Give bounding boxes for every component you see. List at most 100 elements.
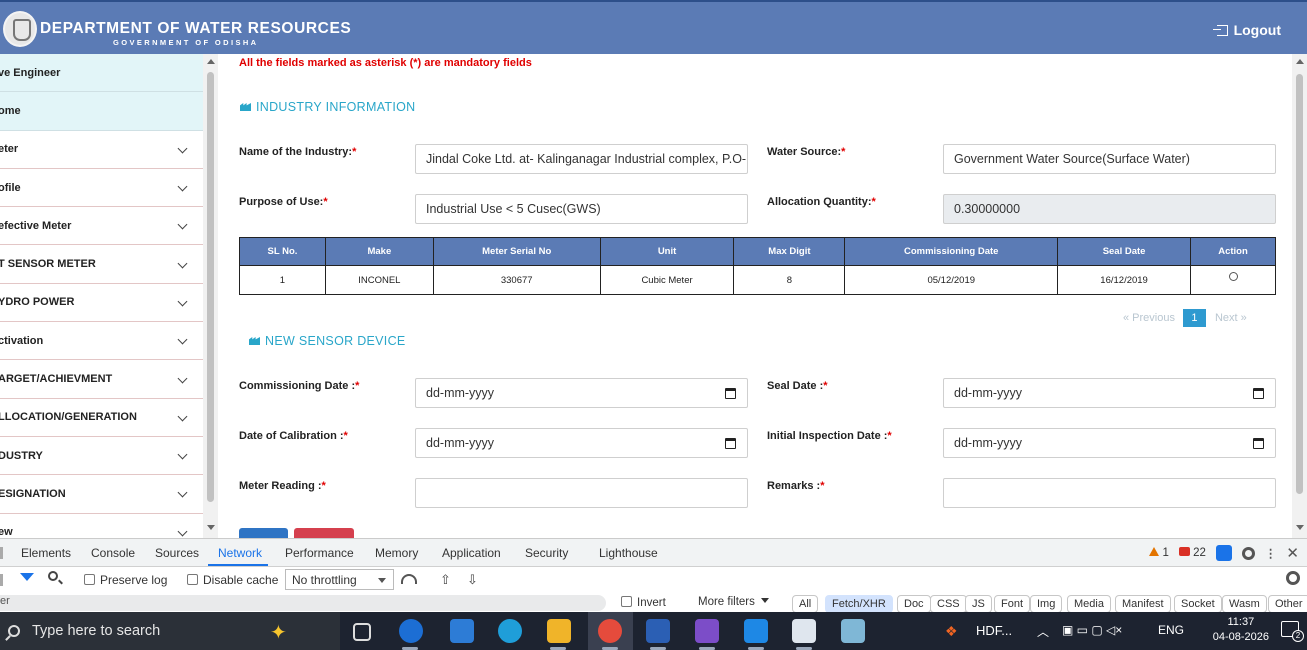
- devtools-tab-lighthouse[interactable]: Lighthouse: [599, 546, 658, 560]
- scrollbar-thumb[interactable]: [1296, 74, 1303, 494]
- input-language[interactable]: ENG: [1158, 623, 1184, 637]
- taskbar-search[interactable]: Type here to search: [0, 612, 340, 650]
- task-view-icon[interactable]: [353, 623, 371, 641]
- type-filter-chip[interactable]: Wasm: [1222, 595, 1267, 613]
- tray-status-icons[interactable]: ▣ ▭ ▢ ◁×: [1062, 623, 1122, 637]
- sidebar-scrollbar[interactable]: [203, 54, 218, 538]
- pagination-next[interactable]: Next »: [1215, 312, 1247, 324]
- pagination-previous[interactable]: « Previous: [1123, 312, 1175, 324]
- sidebar-item[interactable]: ARGET/ACHIEVMENT: [0, 360, 203, 399]
- type-filter-chip[interactable]: Font: [994, 595, 1031, 613]
- type-filter-chip[interactable]: Media: [1067, 595, 1111, 613]
- devtools-tab-security[interactable]: Security: [525, 546, 568, 560]
- submit-button[interactable]: [239, 528, 288, 538]
- notification-center-icon[interactable]: 2: [1281, 621, 1304, 642]
- preserve-log-checkbox[interactable]: Preserve log: [84, 573, 167, 587]
- chrome-browser-icon[interactable]: [598, 619, 622, 643]
- tray-overflow-chevron-icon[interactable]: ︿: [1037, 623, 1049, 640]
- network-filter-input[interactable]: er: [0, 595, 606, 611]
- calendar-icon[interactable]: [1253, 388, 1264, 399]
- scroll-up-arrow-icon[interactable]: [207, 59, 215, 64]
- calibration-date-input[interactable]: dd-mm-yyyy: [415, 428, 748, 458]
- close-devtools-icon[interactable]: ✕: [1286, 544, 1299, 562]
- sidebar-item[interactable]: DUSTRY: [0, 437, 203, 476]
- pagination-page-1[interactable]: 1: [1182, 309, 1206, 327]
- settings-gear-icon[interactable]: [1241, 546, 1255, 560]
- seal-date-input[interactable]: dd-mm-yyyy: [943, 378, 1276, 408]
- reset-button[interactable]: [294, 528, 354, 538]
- network-settings-icon[interactable]: [1286, 571, 1300, 585]
- visual-studio-icon[interactable]: [695, 619, 719, 643]
- purpose-field[interactable]: Industrial Use < 5 Cusec(GWS): [415, 194, 748, 224]
- inspection-date-input[interactable]: dd-mm-yyyy: [943, 428, 1276, 458]
- devtools-dock-handle[interactable]: [0, 547, 3, 559]
- scrollbar-thumb[interactable]: [207, 72, 214, 502]
- more-options-icon[interactable]: ⋮: [1265, 546, 1277, 560]
- devtools-tab-memory[interactable]: Memory: [375, 546, 418, 560]
- devtools-tab-sources[interactable]: Sources: [155, 546, 199, 560]
- devtools-tab-performance[interactable]: Performance: [285, 546, 354, 560]
- search-icon[interactable]: [48, 571, 58, 581]
- sidebar-item[interactable]: T SENSOR METER: [0, 245, 203, 284]
- sidebar-item[interactable]: ESIGNATION: [0, 475, 203, 514]
- system-clock[interactable]: 11:37 04-08-2026: [1213, 615, 1269, 645]
- azure-data-studio-icon[interactable]: [646, 619, 670, 643]
- throttling-select[interactable]: No throttling: [285, 569, 394, 590]
- scroll-up-arrow-icon[interactable]: [1296, 59, 1304, 64]
- sidebar-item[interactable]: ofile: [0, 169, 203, 208]
- devtools-tab-application[interactable]: Application: [442, 546, 501, 560]
- warning-count[interactable]: 1: [1149, 547, 1169, 559]
- sidebar-item[interactable]: ctivation: [0, 322, 203, 361]
- disable-cache-checkbox[interactable]: Disable cache: [187, 573, 278, 587]
- devtools-tab-elements[interactable]: Elements: [21, 546, 71, 560]
- copilot-sparkle-icon[interactable]: ✦: [270, 620, 287, 645]
- sync-icon[interactable]: [1215, 545, 1232, 561]
- sidebar-item[interactable]: YDRO POWER: [0, 284, 203, 323]
- hdfc-app-icon[interactable]: ❖: [945, 623, 958, 640]
- type-filter-chip[interactable]: JS: [965, 595, 992, 613]
- water-source-field[interactable]: Government Water Source(Surface Water): [943, 144, 1276, 174]
- type-filter-chip[interactable]: Manifest: [1115, 595, 1171, 613]
- edge-browser-icon[interactable]: [498, 619, 522, 643]
- sidebar-item[interactable]: ve Engineer: [0, 54, 203, 93]
- sidebar-item[interactable]: ew: [0, 514, 203, 538]
- sidebar-item[interactable]: efective Meter: [0, 207, 203, 246]
- type-filter-chip[interactable]: Fetch/XHR: [825, 595, 893, 613]
- invert-checkbox[interactable]: Invert: [621, 596, 666, 609]
- notepad-icon[interactable]: [841, 619, 865, 643]
- network-conditions-icon[interactable]: [401, 574, 417, 584]
- type-filter-chip[interactable]: CSS: [930, 595, 967, 613]
- file-explorer-icon[interactable]: [547, 619, 571, 643]
- calendar-icon[interactable]: [1253, 438, 1264, 449]
- sidebar-item[interactable]: ome: [0, 92, 203, 131]
- filter-funnel-icon[interactable]: [20, 573, 34, 581]
- remarks-input[interactable]: [943, 478, 1276, 508]
- outlook-icon[interactable]: [399, 619, 423, 643]
- error-count[interactable]: 22: [1178, 547, 1206, 559]
- tray-app-label[interactable]: HDF...: [976, 623, 1012, 638]
- calendar-icon[interactable]: [725, 388, 736, 399]
- type-filter-chip[interactable]: Doc: [897, 595, 931, 613]
- industry-name-field[interactable]: Jindal Coke Ltd. at- Kalinganagar Indust…: [415, 144, 748, 174]
- devtools-tab-network[interactable]: Network: [218, 546, 262, 560]
- sidebar-item[interactable]: eter: [0, 131, 203, 169]
- record-stop-icon[interactable]: [0, 574, 3, 586]
- more-filters-dropdown[interactable]: More filters: [698, 596, 769, 608]
- microsoft-store-icon[interactable]: [450, 619, 474, 643]
- remote-desktop-icon[interactable]: [792, 619, 816, 643]
- logout-button[interactable]: Logout: [1212, 22, 1281, 38]
- type-filter-chip[interactable]: All: [792, 595, 819, 613]
- import-har-icon[interactable]: ⇧: [440, 572, 451, 588]
- scroll-down-arrow-icon[interactable]: [1296, 525, 1304, 530]
- calendar-icon[interactable]: [725, 438, 736, 449]
- sidebar-item[interactable]: LLOCATION/GENERATION: [0, 399, 203, 437]
- row-select-radio[interactable]: [1228, 272, 1238, 282]
- meter-reading-input[interactable]: [415, 478, 748, 508]
- type-filter-chip[interactable]: Other: [1268, 595, 1307, 613]
- type-filter-chip[interactable]: Img: [1030, 595, 1063, 613]
- export-har-icon[interactable]: ⇩: [467, 572, 478, 588]
- scroll-down-arrow-icon[interactable]: [207, 525, 215, 530]
- type-filter-chip[interactable]: Socket: [1174, 595, 1222, 613]
- commissioning-date-input[interactable]: dd-mm-yyyy: [415, 378, 748, 408]
- main-scrollbar[interactable]: [1292, 54, 1307, 538]
